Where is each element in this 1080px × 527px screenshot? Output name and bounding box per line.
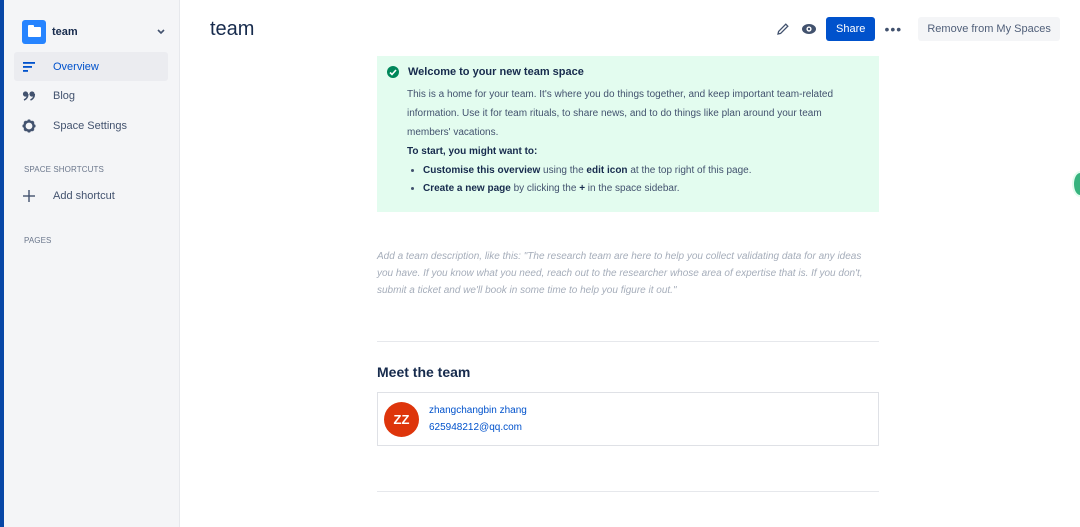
divider [377, 341, 879, 342]
floating-widget-icon[interactable] [1072, 171, 1080, 197]
list-item-bold: Customise this overview [423, 165, 541, 176]
member-email-link[interactable]: 625948212@qq.com [429, 419, 527, 436]
member-name-link[interactable]: zhangchangbin zhang [429, 402, 527, 419]
page-body: Welcome to your new team space This is a… [377, 56, 879, 492]
list-item: Customise this overview using the edit i… [423, 162, 869, 180]
space-logo-icon [22, 20, 46, 44]
space-sidebar: team Overview Blog Space Settings SPACE … [4, 0, 180, 527]
list-item-text: using the [540, 165, 587, 176]
list-item-text: at the top right of this page. [627, 165, 752, 176]
overview-icon [14, 61, 44, 73]
main-content: team Share ••• Remove from My Spaces Wel… [180, 0, 1080, 527]
chevron-down-icon[interactable] [154, 27, 168, 37]
list-item-bold: Create a new page [423, 183, 511, 194]
gear-icon [14, 119, 44, 133]
page-title: team [210, 18, 255, 40]
sidebar-item-overview[interactable]: Overview [14, 52, 168, 81]
list-item-bold: edit icon [586, 165, 628, 176]
welcome-list: Customise this overview using the edit i… [423, 162, 869, 198]
check-circle-icon [387, 66, 399, 78]
welcome-body: This is a home for your team. It's where… [407, 89, 834, 138]
list-item-text: in the space sidebar. [585, 183, 680, 194]
add-shortcut-label: Add shortcut [53, 189, 115, 202]
space-switcher[interactable]: team [22, 20, 168, 44]
avatar[interactable]: ZZ [384, 401, 419, 437]
team-member-card: ZZ zhangchangbin zhang 625948212@qq.com [377, 392, 879, 446]
list-item-text: by clicking the [510, 183, 580, 194]
pages-heading: PAGES [24, 236, 52, 245]
welcome-subtitle: To start, you might want to: [407, 146, 538, 157]
welcome-title: Welcome to your new team space [408, 66, 584, 78]
share-button[interactable]: Share [826, 17, 876, 41]
divider [377, 491, 879, 492]
space-shortcuts-heading: SPACE SHORTCUTS [24, 165, 104, 174]
sidebar-item-label: Overview [53, 60, 99, 73]
quote-icon [14, 90, 44, 102]
sidebar-item-label: Blog [53, 89, 76, 102]
sidebar-item-space-settings[interactable]: Space Settings [14, 111, 168, 140]
list-item: Create a new page by clicking the + in t… [423, 180, 869, 198]
meet-the-team-heading: Meet the team [377, 364, 471, 380]
remove-from-my-spaces-button[interactable]: Remove from My Spaces [918, 17, 1060, 41]
edit-pencil-icon[interactable] [770, 17, 796, 41]
sidebar-item-label: Space Settings [53, 119, 127, 132]
more-actions-icon[interactable]: ••• [877, 17, 909, 41]
space-name: team [52, 26, 78, 38]
app-window: team Overview Blog Space Settings SPACE … [0, 0, 1080, 527]
welcome-panel: Welcome to your new team space This is a… [377, 56, 879, 212]
plus-icon [14, 189, 44, 203]
watch-eye-icon[interactable] [796, 17, 822, 41]
sidebar-item-blog[interactable]: Blog [14, 81, 168, 110]
add-shortcut-button[interactable]: Add shortcut [14, 181, 168, 210]
team-description-placeholder[interactable]: Add a team description, like this: "The … [377, 248, 879, 299]
page-toolbar: Share ••• Remove from My Spaces [770, 17, 1060, 41]
